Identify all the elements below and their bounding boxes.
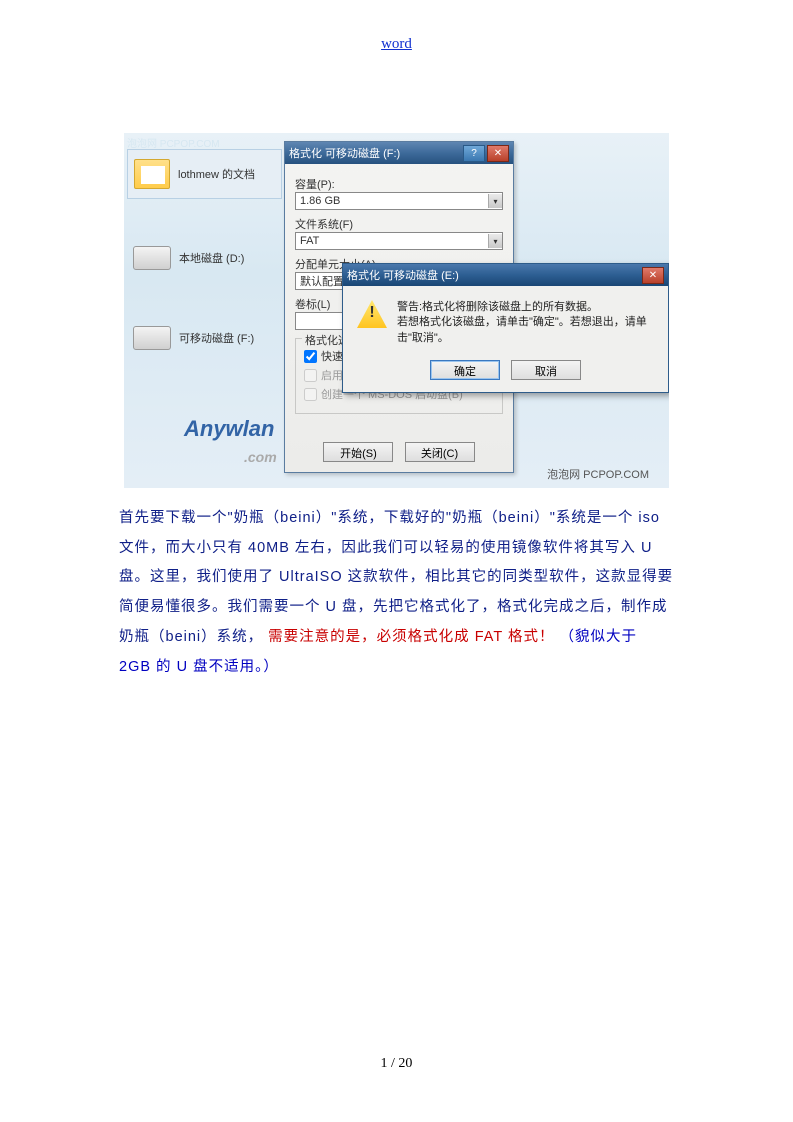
page-number: 1 / 20 <box>0 1056 793 1072</box>
watermark-top: 泡泡网 PCPOP.COM <box>127 135 220 150</box>
close-button[interactable]: 关闭(C) <box>405 442 475 462</box>
watermark-bottom: 泡泡网 PCPOP.COM <box>547 466 649 482</box>
body-paragraph: 首先要下载一个"奶瓶（beini）"系统，下载好的"奶瓶（beini）"系统是一… <box>119 504 674 682</box>
cancel-button[interactable]: 取消 <box>511 360 581 380</box>
ok-button[interactable]: 确定 <box>430 360 500 380</box>
help-button[interactable]: ? <box>463 145 485 162</box>
start-button[interactable]: 开始(S) <box>323 442 393 462</box>
dialog-titlebar[interactable]: 格式化 可移动磁盘 (F:) ? ✕ <box>285 142 513 164</box>
close-icon[interactable]: ✕ <box>642 267 664 284</box>
sidebar-docs-label: lothmew 的文档 <box>178 166 255 182</box>
folder-icon <box>134 159 170 189</box>
chevron-down-icon: ▾ <box>488 234 502 248</box>
sidebar-local-disk[interactable]: 本地磁盘 (D:) <box>127 233 282 283</box>
sidebar-removable-disk-label: 可移动磁盘 (F:) <box>179 330 254 346</box>
dialog-title-text: 格式化 可移动磁盘 (E:) <box>347 267 459 283</box>
sidebar-removable-disk[interactable]: 可移动磁盘 (F:) <box>127 313 282 363</box>
dialog-title-text: 格式化 可移动磁盘 (F:) <box>289 145 400 161</box>
watermark-logo: Anywlan .com <box>184 416 277 468</box>
warning-text: 警告:格式化将删除该磁盘上的所有数据。 若想格式化该磁盘，请单击"确定"。若想退… <box>397 300 654 346</box>
sidebar-local-disk-label: 本地磁盘 (D:) <box>179 250 244 266</box>
drive-icon <box>133 326 171 350</box>
word-link[interactable]: word <box>381 36 412 52</box>
warning-icon <box>357 300 387 328</box>
chevron-down-icon: ▾ <box>488 194 502 208</box>
header: word <box>0 0 793 53</box>
drive-icon <box>133 246 171 270</box>
embedded-screenshot: 泡泡网 PCPOP.COM lothmew 的文档 本地磁盘 (D:) 可移动磁… <box>124 133 669 488</box>
capacity-label: 容量(P): <box>295 176 503 192</box>
sidebar-docs[interactable]: lothmew 的文档 <box>127 149 282 199</box>
warning-dialog: 格式化 可移动磁盘 (E:) ✕ 警告:格式化将删除该磁盘上的所有数据。 若想格… <box>342 263 669 393</box>
capacity-select[interactable]: 1.86 GB▾ <box>295 192 503 210</box>
close-icon[interactable]: ✕ <box>487 145 509 162</box>
fs-select[interactable]: FAT▾ <box>295 232 503 250</box>
dialog-titlebar[interactable]: 格式化 可移动磁盘 (E:) ✕ <box>343 264 668 286</box>
fs-label: 文件系统(F) <box>295 216 503 232</box>
